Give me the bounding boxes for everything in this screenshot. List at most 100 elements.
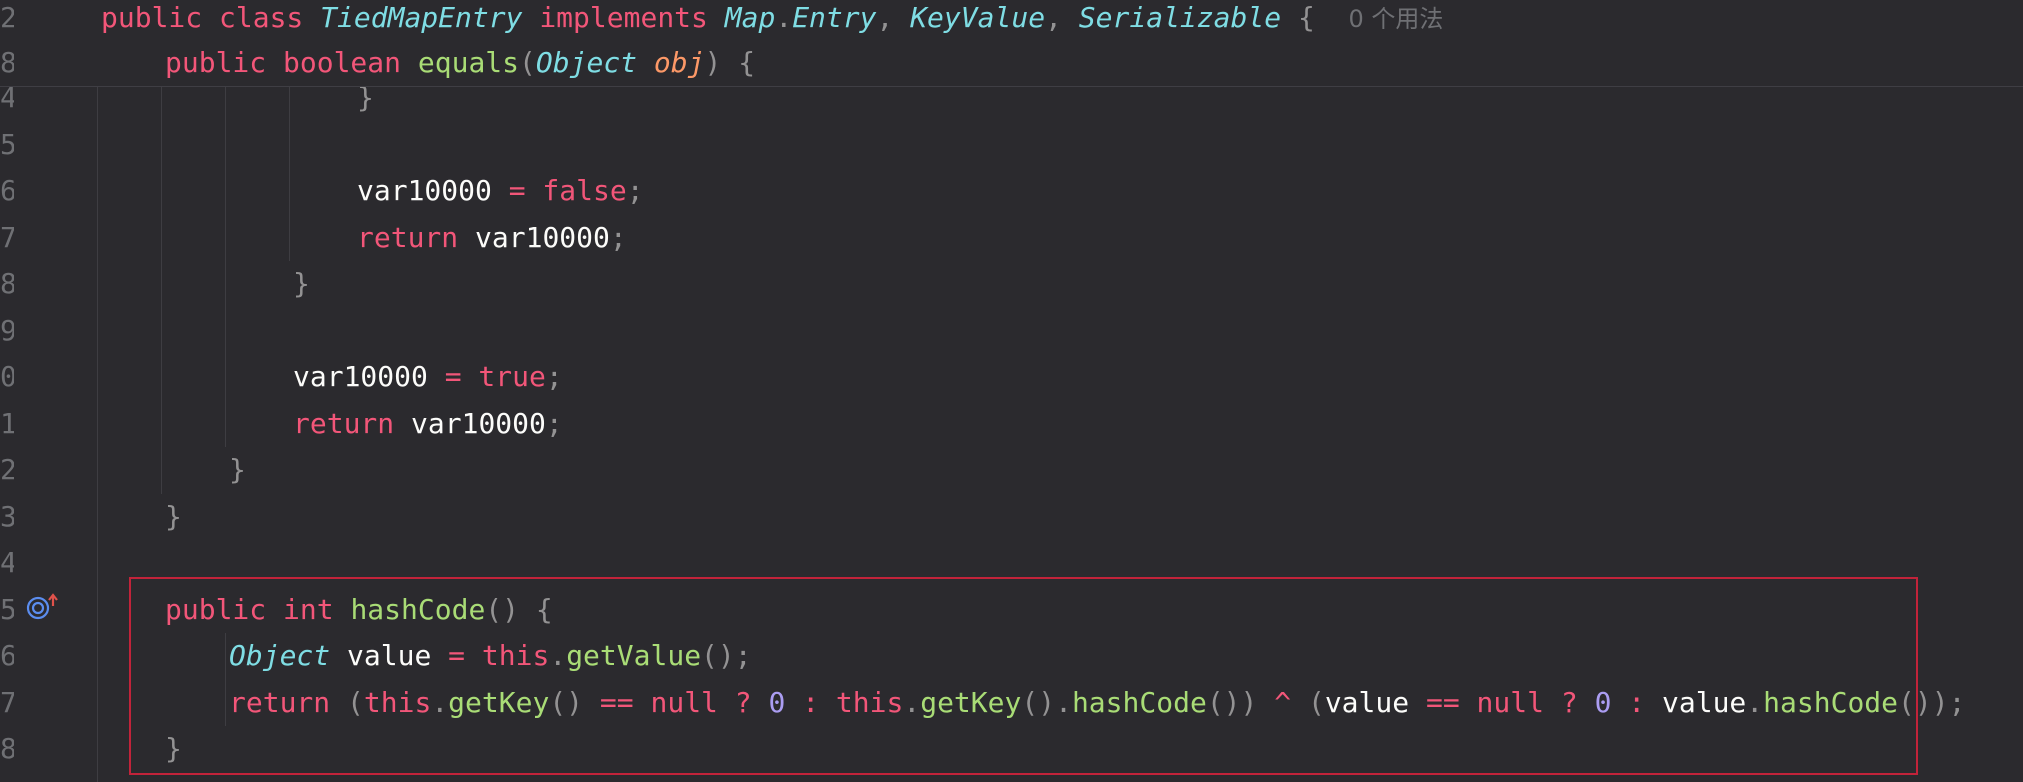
code-line[interactable]: 4 — [0, 540, 2023, 586]
code-line[interactable]: 8} — [0, 726, 2023, 772]
code-token: 0 — [1594, 685, 1612, 719]
code-token: ; — [626, 174, 644, 207]
code-token: public int — [165, 592, 351, 626]
code-line[interactable]: 1 return var10000; — [0, 401, 2023, 447]
code-token: this — [363, 685, 432, 719]
code-token: } — [165, 732, 182, 765]
line-number[interactable]: 8 — [0, 726, 14, 772]
code-token: } — [293, 267, 310, 300]
line-number[interactable]: 8 — [0, 261, 14, 307]
code-token: getKey — [448, 685, 550, 719]
code-token: == null ? — [599, 685, 769, 719]
code-text[interactable]: public boolean equals(Object obj) { — [165, 45, 755, 91]
code-token: . — [903, 685, 921, 719]
code-line[interactable]: 2} — [0, 447, 2023, 493]
code-token: KeyValue — [910, 1, 1046, 34]
code-token: ) { — [704, 46, 756, 79]
line-number[interactable]: 4 — [0, 540, 14, 586]
code-line[interactable]: 7 return (this.getKey() == null ? 0 : thi… — [0, 680, 2023, 726]
code-token: : this — [785, 685, 904, 719]
code-token: Object — [229, 639, 348, 672]
code-text[interactable]: } — [293, 261, 310, 307]
line-number[interactable]: 2 — [0, 0, 14, 36]
code-token: 0 个用法 — [1348, 5, 1444, 33]
code-token: Entry — [792, 1, 877, 34]
line-number[interactable]: 9 — [0, 308, 14, 354]
code-token: var10000 — [293, 360, 445, 393]
code-line[interactable]: 3} — [0, 494, 2023, 540]
code-line[interactable]: 6 Object value = this.getValue(); — [0, 633, 2023, 679]
code-token: var10000 — [475, 220, 610, 254]
code-line[interactable]: 5 public int hashCode() { — [0, 587, 2023, 633]
code-line[interactable]: 7 return var10000; — [0, 215, 2023, 261]
code-token: value — [347, 639, 449, 672]
code-token: ( — [519, 46, 536, 79]
code-editor[interactable]: 2 public class TiedMapEntry implements Ma… — [0, 0, 2023, 782]
code-text[interactable]: public int hashCode() { — [165, 587, 553, 633]
code-token: public class — [101, 1, 321, 34]
code-token: public boolean — [165, 46, 418, 79]
code-token: var10000 — [357, 174, 509, 207]
code-token: ; — [545, 360, 563, 393]
code-line[interactable]: 8 public boolean equals(Object obj) { — [0, 45, 2023, 88]
code-token: , — [1045, 1, 1079, 34]
line-number[interactable]: 2 — [0, 447, 14, 493]
line-number[interactable]: 0 — [0, 354, 14, 400]
code-token: ; — [609, 220, 627, 254]
line-number[interactable]: 8 — [0, 45, 14, 81]
code-token: : — [1611, 685, 1662, 719]
code-token: getKey — [920, 685, 1022, 719]
code-token: ; — [545, 406, 563, 440]
line-number[interactable]: 6 — [0, 633, 14, 679]
code-token: } — [165, 499, 182, 533]
code-token: Serializable — [1078, 1, 1298, 34]
code-token: () { — [485, 592, 553, 626]
code-token: hashCode — [1763, 685, 1899, 719]
code-token: . — [1746, 685, 1764, 719]
code-text[interactable]: return var10000; — [357, 215, 627, 261]
code-token: obj — [653, 46, 705, 79]
code-text[interactable]: } — [165, 726, 182, 772]
code-token: ()) — [1206, 685, 1275, 719]
code-text[interactable]: var10000 = true; — [293, 354, 563, 400]
code-token: Object — [535, 46, 654, 79]
line-number[interactable]: 3 — [0, 494, 14, 540]
code-token: ^ — [1274, 685, 1308, 719]
code-token: return — [229, 685, 348, 719]
code-token: equals — [417, 46, 520, 79]
code-token: = this — [448, 639, 550, 672]
line-number[interactable]: 6 — [0, 168, 14, 214]
code-line[interactable]: 6 var10000 = false; — [0, 168, 2023, 214]
code-line[interactable]: 9 — [0, 308, 2023, 354]
line-number[interactable]: 5 — [0, 122, 14, 168]
code-text[interactable]: return var10000; — [293, 401, 563, 447]
line-number[interactable]: 1 — [0, 401, 14, 447]
code-token: Map — [724, 1, 776, 34]
code-line[interactable]: 8} — [0, 261, 2023, 307]
line-number[interactable]: 5 — [0, 587, 14, 633]
code-token: value — [1324, 685, 1426, 719]
code-token: { — [1297, 1, 1349, 34]
line-number[interactable]: 7 — [0, 215, 14, 261]
line-number[interactable]: 7 — [0, 680, 14, 726]
code-text[interactable]: Object value = this.getValue(); — [229, 633, 752, 679]
code-text[interactable]: } — [165, 494, 182, 540]
code-line[interactable]: 5 — [0, 122, 2023, 168]
code-token: . — [431, 685, 449, 719]
override-method-icon[interactable] — [26, 592, 62, 622]
code-text[interactable]: var10000 = false; — [357, 168, 644, 214]
code-token: . — [549, 639, 567, 672]
sticky-scope-header[interactable]: 2 public class TiedMapEntry implements Ma… — [0, 0, 2023, 87]
code-line[interactable]: 2 public class TiedMapEntry implements Ma… — [0, 0, 2023, 43]
code-token: implements — [539, 1, 725, 34]
code-token: value — [1662, 685, 1747, 719]
code-token: , — [876, 1, 911, 34]
code-token: 0 — [768, 685, 786, 719]
code-token: return — [357, 220, 476, 254]
code-text[interactable]: return (this.getKey() == null ? 0 : this… — [229, 680, 1965, 726]
code-text[interactable]: public class TiedMapEntry implements Map… — [101, 0, 1443, 46]
code-token: () — [549, 685, 600, 719]
code-token: } — [229, 453, 246, 486]
code-text[interactable]: } — [229, 447, 246, 493]
code-line[interactable]: 0 var10000 = true; — [0, 354, 2023, 400]
